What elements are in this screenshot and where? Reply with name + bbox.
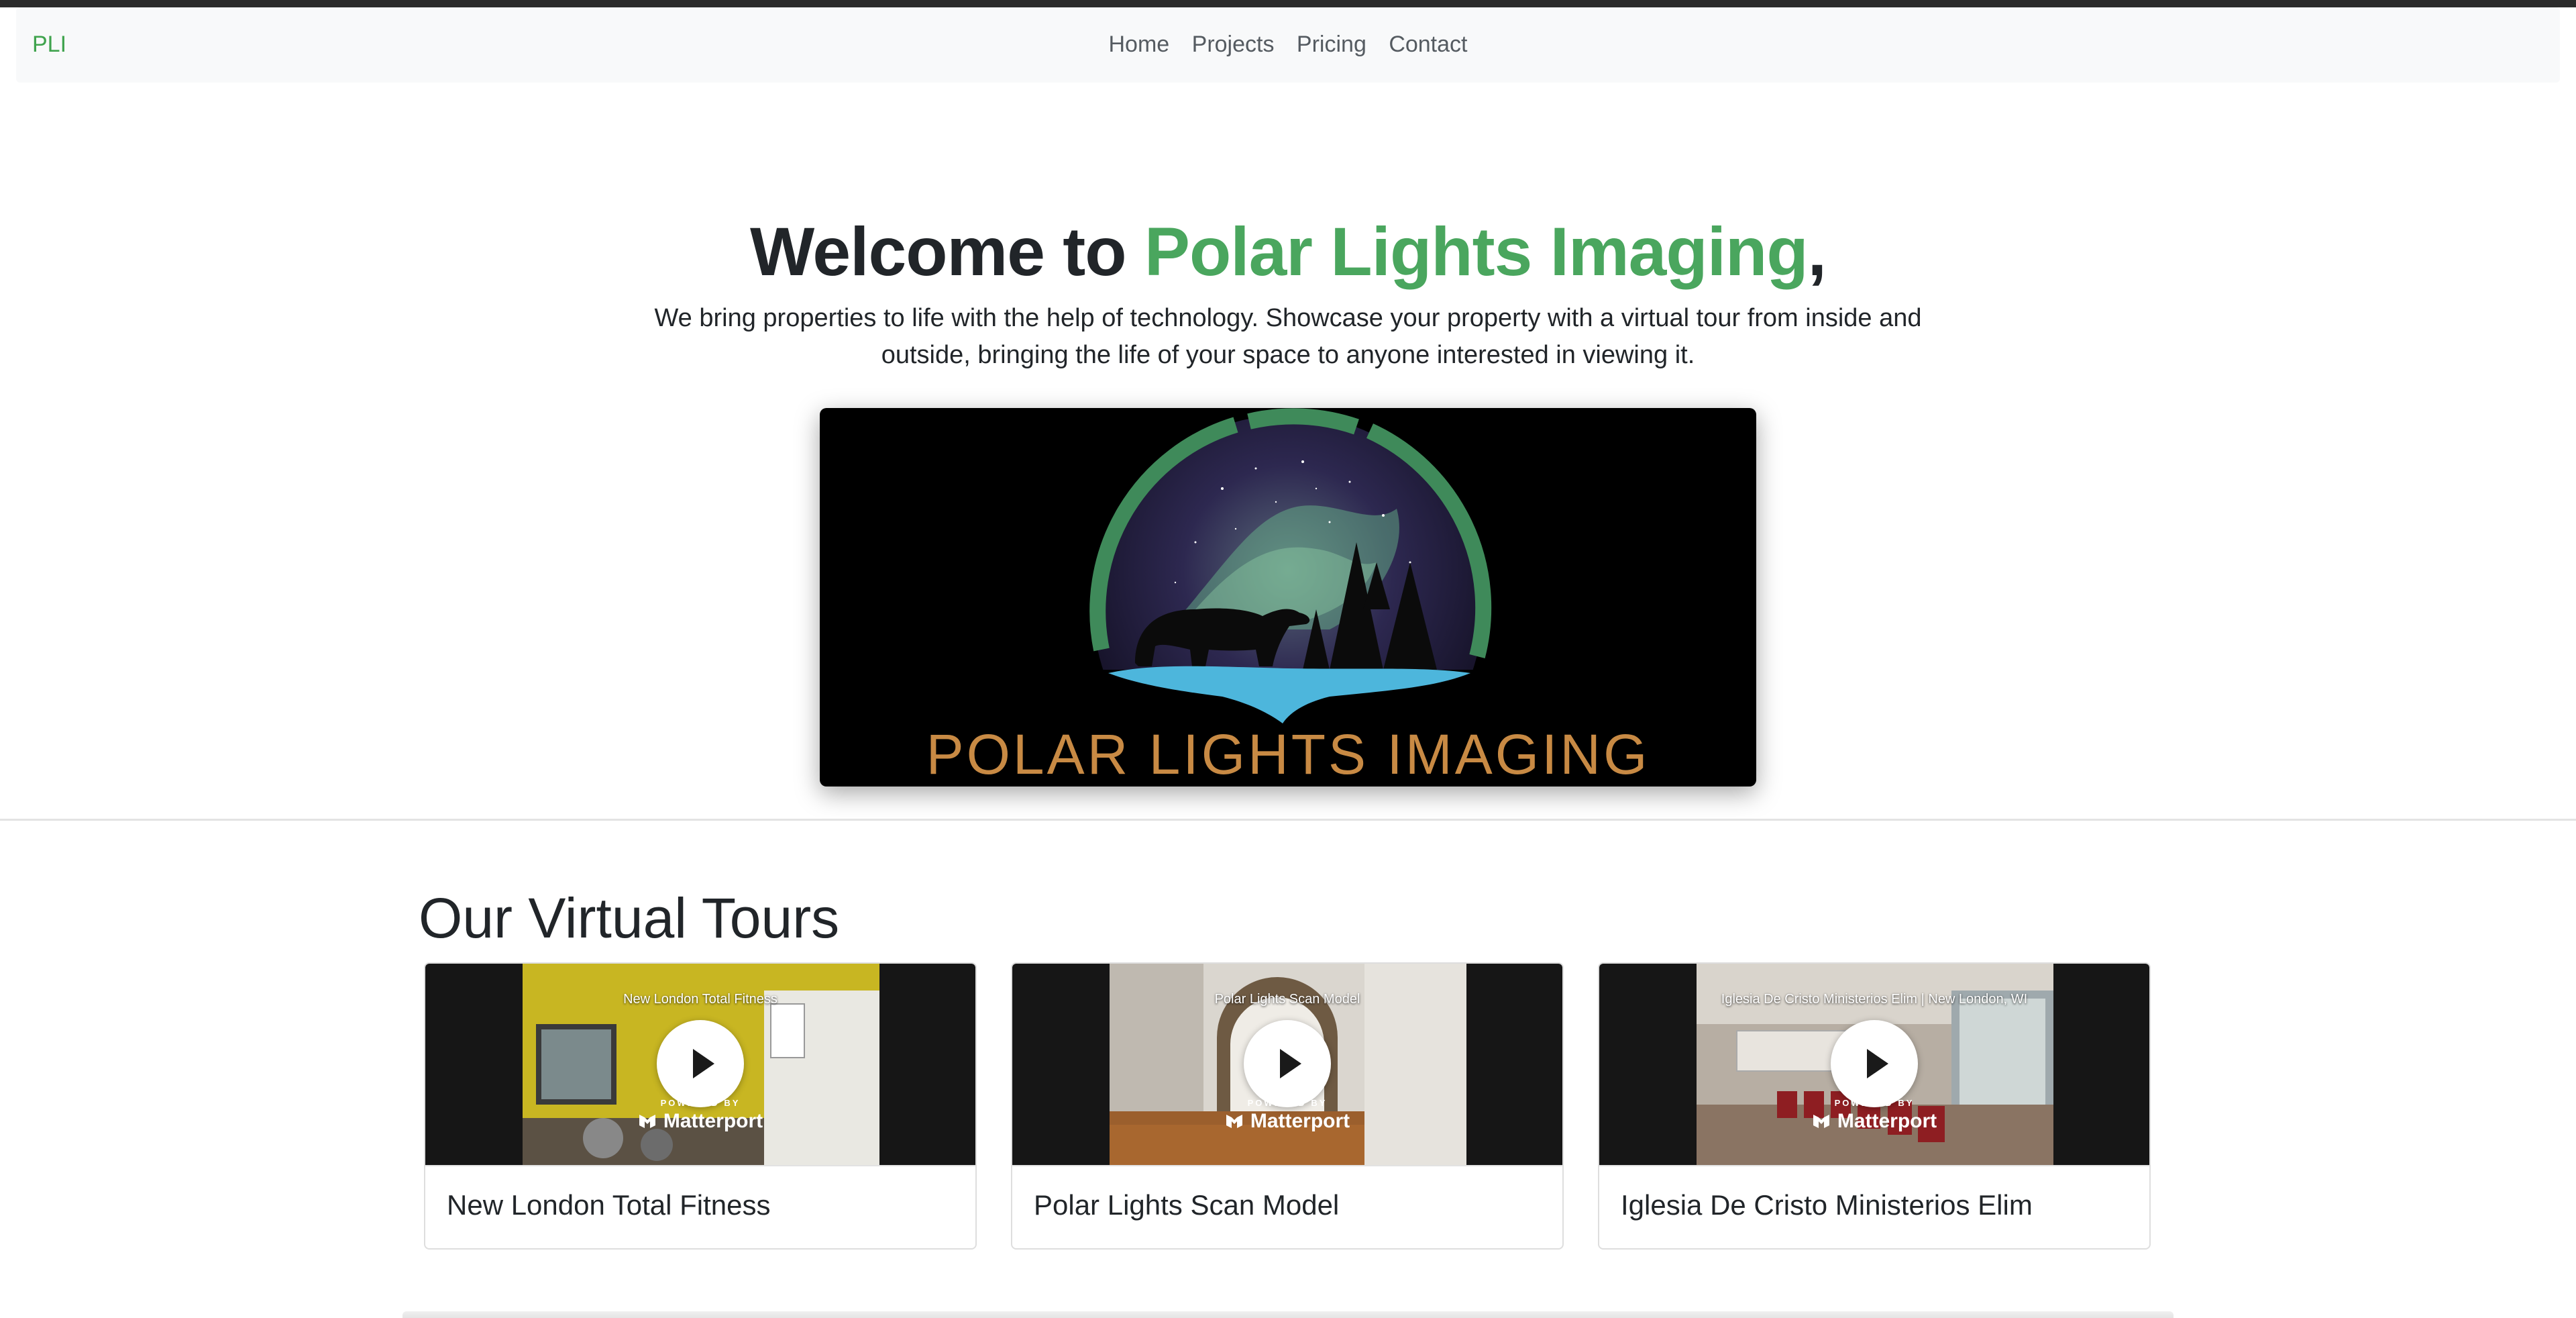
tour-thumbnail[interactable]: Iglesia De Cristo Ministerios Elim | New…	[1599, 964, 2149, 1165]
matterport-icon	[1226, 1115, 1242, 1128]
navbar: PLI Home Projects Pricing Contact	[16, 7, 2560, 83]
card-body: New London Total Fitness	[425, 1165, 975, 1248]
tour-caption: Polar Lights Scan Model	[1214, 992, 1360, 1007]
powered-by-label: POWERED BY	[1247, 1098, 1328, 1108]
matterport-label: Matterport	[663, 1110, 763, 1132]
next-section-edge	[402, 1311, 2174, 1318]
tour-caption: New London Total Fitness	[623, 992, 777, 1007]
hero-title-suffix: ,	[1807, 213, 1827, 290]
tour-thumbnail[interactable]: Polar Lights Scan Model POWERED BY Matte…	[1012, 964, 1562, 1165]
nav-contact-link[interactable]: Contact	[1389, 32, 1467, 57]
powered-by-label: POWERED BY	[660, 1098, 741, 1108]
section-divider	[0, 819, 2576, 821]
matterport-logo: Matterport	[425, 1110, 975, 1133]
tour-card[interactable]: Polar Lights Scan Model POWERED BY Matte…	[1011, 962, 1564, 1250]
tour-caption: Iglesia De Cristo Ministerios Elim | New…	[1721, 992, 2028, 1007]
tours-heading: Our Virtual Tours	[419, 886, 840, 950]
tour-card[interactable]: New London Total Fitness POWERED BY Matt…	[424, 962, 977, 1250]
powered-by-label: POWERED BY	[1834, 1098, 1915, 1108]
card-title[interactable]: New London Total Fitness	[447, 1189, 771, 1221]
matterport-label: Matterport	[1250, 1110, 1350, 1132]
polar-lights-logo: POLAR LIGHTS IMAGING	[926, 408, 1650, 787]
card-body: Polar Lights Scan Model	[1012, 1165, 1562, 1248]
nav-projects-link[interactable]: Projects	[1192, 32, 1275, 57]
hero-title-highlight: Polar Lights Imaging	[1144, 213, 1809, 290]
matterport-logo: Matterport	[1599, 1110, 2149, 1133]
matterport-icon	[1813, 1115, 1829, 1128]
card-title[interactable]: Polar Lights Scan Model	[1034, 1189, 1339, 1221]
logo-wordmark: POLAR LIGHTS IMAGING	[926, 723, 1650, 786]
matterport-icon	[639, 1115, 655, 1128]
matterport-logo: Matterport	[1012, 1110, 1562, 1133]
browser-top-strip	[0, 0, 2576, 7]
matterport-label: Matterport	[1837, 1110, 1937, 1132]
hero-title-prefix: Welcome to	[750, 213, 1144, 290]
play-button-icon[interactable]	[657, 1020, 744, 1107]
nav-links: Home Projects Pricing Contact	[16, 32, 2560, 58]
nav-pricing-link[interactable]: Pricing	[1297, 32, 1366, 57]
card-body: Iglesia De Cristo Ministerios Elim	[1599, 1165, 2149, 1248]
nav-home-link[interactable]: Home	[1108, 32, 1169, 57]
company-logo-image: POLAR LIGHTS IMAGING	[820, 408, 1756, 787]
tour-card[interactable]: Iglesia De Cristo Ministerios Elim | New…	[1598, 962, 2151, 1250]
play-button-icon[interactable]	[1244, 1020, 1331, 1107]
play-button-icon[interactable]	[1831, 1020, 1918, 1107]
tour-thumbnail[interactable]: New London Total Fitness POWERED BY Matt…	[425, 964, 975, 1165]
hero-title: Welcome to Polar Lights Imaging,	[0, 211, 2576, 292]
hero-description: We bring properties to life with the hel…	[654, 304, 1922, 369]
card-title[interactable]: Iglesia De Cristo Ministerios Elim	[1621, 1189, 2033, 1221]
